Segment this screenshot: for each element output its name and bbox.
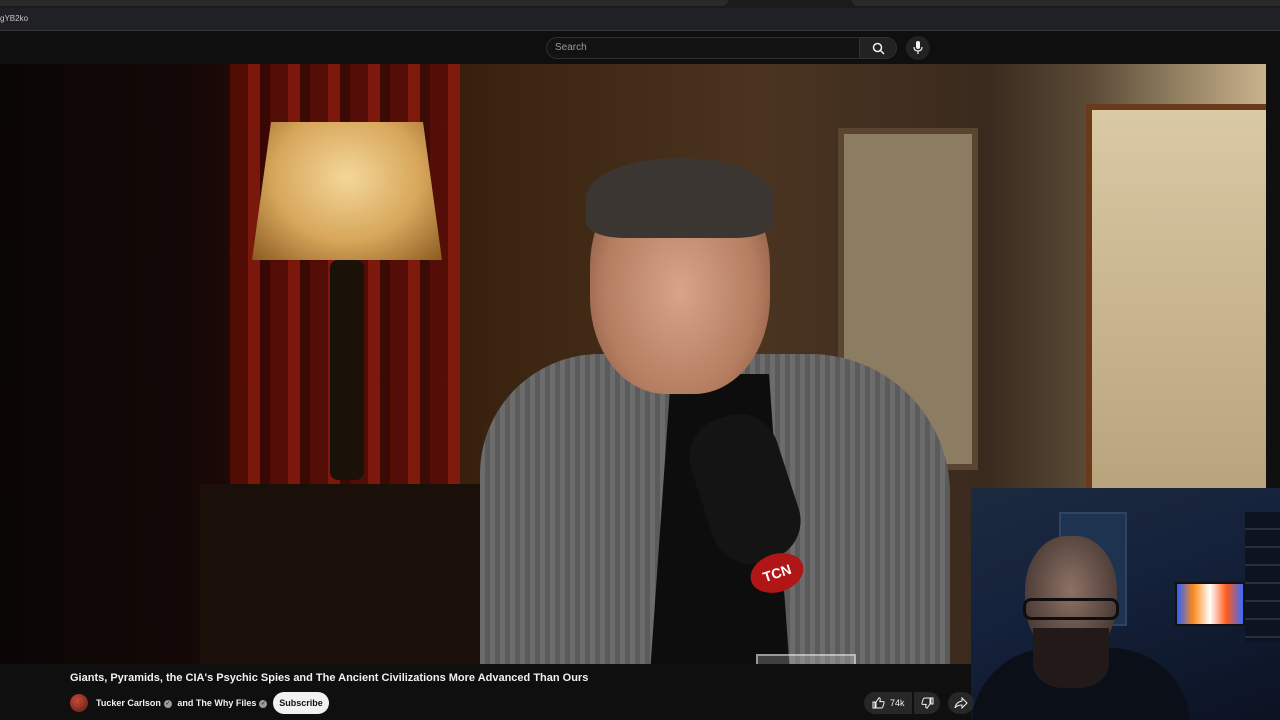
verified-icon: ✓ <box>259 699 268 708</box>
video-scene-guest: TCN <box>480 114 950 664</box>
share-button[interactable] <box>948 692 974 714</box>
water-glass <box>756 654 856 664</box>
browser-tab[interactable] <box>852 0 1280 6</box>
video-scene-lamp <box>252 122 442 260</box>
search-input[interactable]: Search <box>546 37 860 59</box>
browser-tab[interactable] <box>0 0 728 6</box>
channel-joiner: and <box>177 698 194 708</box>
mic-icon <box>913 41 923 54</box>
dislike-button[interactable] <box>914 692 940 714</box>
url-text: gYB2ko <box>0 14 29 23</box>
site-header: Search <box>0 31 1280 64</box>
search-placeholder: Search <box>555 42 587 53</box>
webcam-scene-shelf <box>1245 512 1280 642</box>
like-button[interactable]: 74k <box>864 692 912 714</box>
video-scene-tapestry <box>1086 104 1266 516</box>
guest-hair <box>586 158 774 238</box>
search-button[interactable] <box>859 37 897 59</box>
streamer-glasses <box>1023 598 1119 620</box>
address-bar[interactable]: gYB2ko <box>0 8 1280 31</box>
streamer-beard <box>1033 628 1109 688</box>
browser-tab-strip <box>0 0 1280 8</box>
dislike-icon <box>921 697 934 709</box>
voice-search-button[interactable] <box>906 36 930 60</box>
video-scene-lamp-base <box>330 260 364 480</box>
share-icon <box>954 697 968 709</box>
webcam-scene-tv <box>1175 582 1245 626</box>
video-scene-table <box>200 484 500 664</box>
channel-link-2[interactable]: The Why Files <box>196 698 257 708</box>
subscribe-button[interactable]: Subscribe <box>273 692 329 714</box>
like-icon <box>872 697 885 709</box>
search-icon <box>872 42 885 55</box>
video-title: Giants, Pyramids, the CIA's Psychic Spie… <box>70 672 589 684</box>
verified-icon: ✓ <box>163 699 172 708</box>
webcam-overlay <box>971 488 1280 720</box>
channel-link-1[interactable]: Tucker Carlson <box>96 698 161 708</box>
like-count: 74k <box>890 698 905 708</box>
channel-avatar[interactable] <box>70 694 88 712</box>
channel-names: Tucker Carlson ✓ and The Why Files ✓ <box>96 698 270 708</box>
